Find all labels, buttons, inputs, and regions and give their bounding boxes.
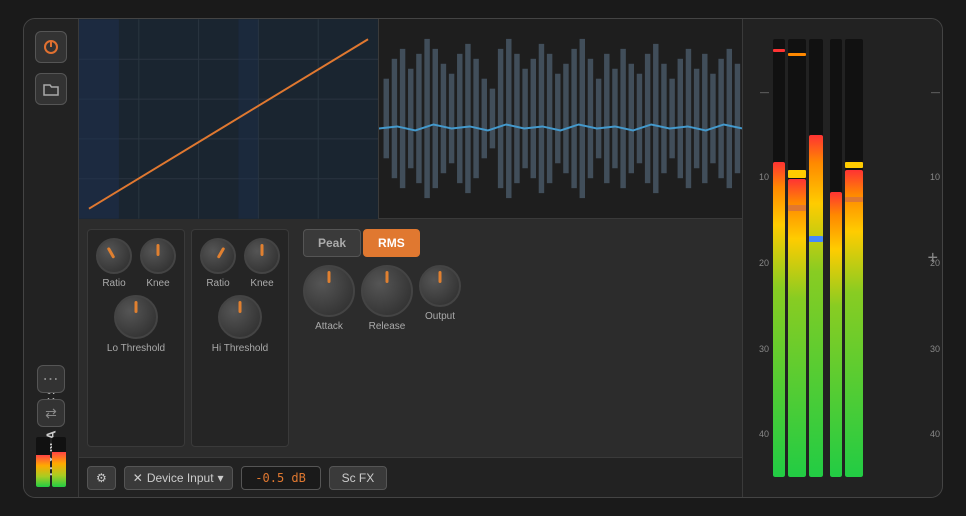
meter-label-dash-left: — — [745, 87, 769, 97]
left-sidebar: DYNAMICS ⋯ ⇄ — [24, 19, 79, 497]
hi-knee-knob-col: Knee — [244, 238, 280, 289]
right-controls: Peak RMS Attack Release Output — [295, 229, 461, 447]
meter-label-40-right: 40 — [918, 429, 940, 439]
routing-button[interactable]: ⇄ — [37, 399, 65, 427]
peak-button[interactable]: Peak — [303, 229, 361, 257]
sc-fx-button[interactable]: Sc FX — [329, 466, 388, 490]
attack-knob[interactable] — [303, 265, 355, 317]
attack-knob-col: Attack — [303, 265, 355, 332]
meter-bar-4 — [830, 39, 842, 477]
lo-ratio-knob[interactable] — [96, 238, 132, 274]
release-label: Release — [369, 321, 406, 332]
device-routing-button[interactable]: ⚙ — [87, 466, 116, 490]
power-button[interactable] — [35, 31, 67, 63]
meter-label-20-left: 20 — [745, 258, 769, 268]
hi-ratio-knee-row: Ratio Knee — [200, 238, 280, 289]
hi-ratio-knob-col: Ratio — [200, 238, 236, 289]
meter-bar-5 — [845, 39, 863, 477]
meter-bar-2 — [788, 39, 806, 477]
meter-label-dash-right: — — [918, 87, 940, 97]
device-input-label: Device Input — [147, 471, 214, 485]
hi-knee-label: Knee — [250, 278, 273, 289]
graph-area — [79, 19, 379, 219]
attack-label: Attack — [315, 321, 343, 332]
release-knob-col: Release — [361, 265, 413, 332]
meter-fill-2 — [788, 179, 806, 477]
meter-labels-left: — 10 20 30 40 — [743, 19, 773, 497]
hi-knee-knob[interactable] — [244, 238, 280, 274]
meter-bar-3 — [809, 39, 823, 477]
meter-label-30-right: 30 — [918, 344, 940, 354]
rms-button[interactable]: RMS — [363, 229, 420, 257]
hi-threshold-box: Ratio Knee Hi Threshold — [191, 229, 289, 447]
top-section — [79, 19, 742, 219]
release-knob[interactable] — [361, 265, 413, 317]
lo-threshold-knob-row: Lo Threshold — [96, 295, 176, 354]
waveform-display — [379, 19, 742, 218]
meter-fill-1 — [773, 162, 785, 477]
lo-ratio-label: Ratio — [102, 278, 125, 289]
device-input-button[interactable]: ✕ Device Input ▾ — [124, 466, 233, 490]
hi-threshold-knob-col: Hi Threshold — [212, 295, 269, 354]
dropdown-arrow-icon: ▾ — [218, 471, 224, 485]
sidebar-bottom: ⋯ ⇄ — [36, 365, 66, 487]
db-display: -0.5 dB — [241, 466, 321, 490]
hi-ratio-label: Ratio — [206, 278, 229, 289]
output-knob[interactable] — [419, 265, 461, 307]
meter-bar-1 — [773, 39, 785, 477]
controls-section: Ratio Knee Lo Threshold — [79, 219, 742, 457]
hi-threshold-label: Hi Threshold — [212, 343, 269, 354]
dots-button[interactable]: ⋯ — [37, 365, 65, 393]
lo-threshold-box: Ratio Knee Lo Threshold — [87, 229, 185, 447]
peak-rms-row: Peak RMS — [303, 229, 461, 257]
meter-fill-4 — [830, 192, 842, 477]
routing-icon: ⚙ — [96, 471, 107, 485]
plugin-container: DYNAMICS ⋯ ⇄ — [23, 18, 943, 498]
mini-meter-left — [36, 437, 50, 487]
meter-fill-3 — [809, 135, 823, 477]
hi-ratio-knob[interactable] — [200, 238, 236, 274]
attack-release-row: Attack Release Output — [303, 265, 461, 332]
meter-label-40-left: 40 — [745, 429, 769, 439]
meter-label-30-left: 30 — [745, 344, 769, 354]
folder-button[interactable] — [35, 73, 67, 105]
add-right-button[interactable]: + — [927, 248, 938, 269]
right-meters: — 10 20 30 40 — [742, 19, 942, 497]
meter-label-10-right: 10 — [918, 172, 940, 182]
compression-graph — [79, 19, 378, 219]
lo-knee-knob-col: Knee — [140, 238, 176, 289]
lo-threshold-label: Lo Threshold — [107, 343, 165, 354]
meter-label-10-left: 10 — [745, 172, 769, 182]
meters-group — [773, 19, 914, 497]
output-label: Output — [425, 311, 455, 322]
lo-ratio-knee-row: Ratio Knee — [96, 238, 176, 289]
mini-meter-right — [52, 437, 66, 487]
lo-knee-knob[interactable] — [140, 238, 176, 274]
hi-threshold-knob-row: Hi Threshold — [200, 295, 280, 354]
meter-fill-5 — [845, 170, 863, 477]
output-knob-col: Output — [419, 265, 461, 332]
waveform-area — [379, 19, 742, 218]
lo-knee-label: Knee — [146, 278, 169, 289]
main-content: Ratio Knee Lo Threshold — [79, 19, 742, 497]
device-x-icon: ✕ — [133, 471, 143, 485]
bottom-bar: ⚙ ✕ Device Input ▾ -0.5 dB Sc FX — [79, 457, 742, 497]
lo-threshold-knob-col: Lo Threshold — [107, 295, 165, 354]
hi-threshold-knob[interactable] — [218, 295, 262, 339]
lo-ratio-knob-col: Ratio — [96, 238, 132, 289]
lo-threshold-knob[interactable] — [114, 295, 158, 339]
